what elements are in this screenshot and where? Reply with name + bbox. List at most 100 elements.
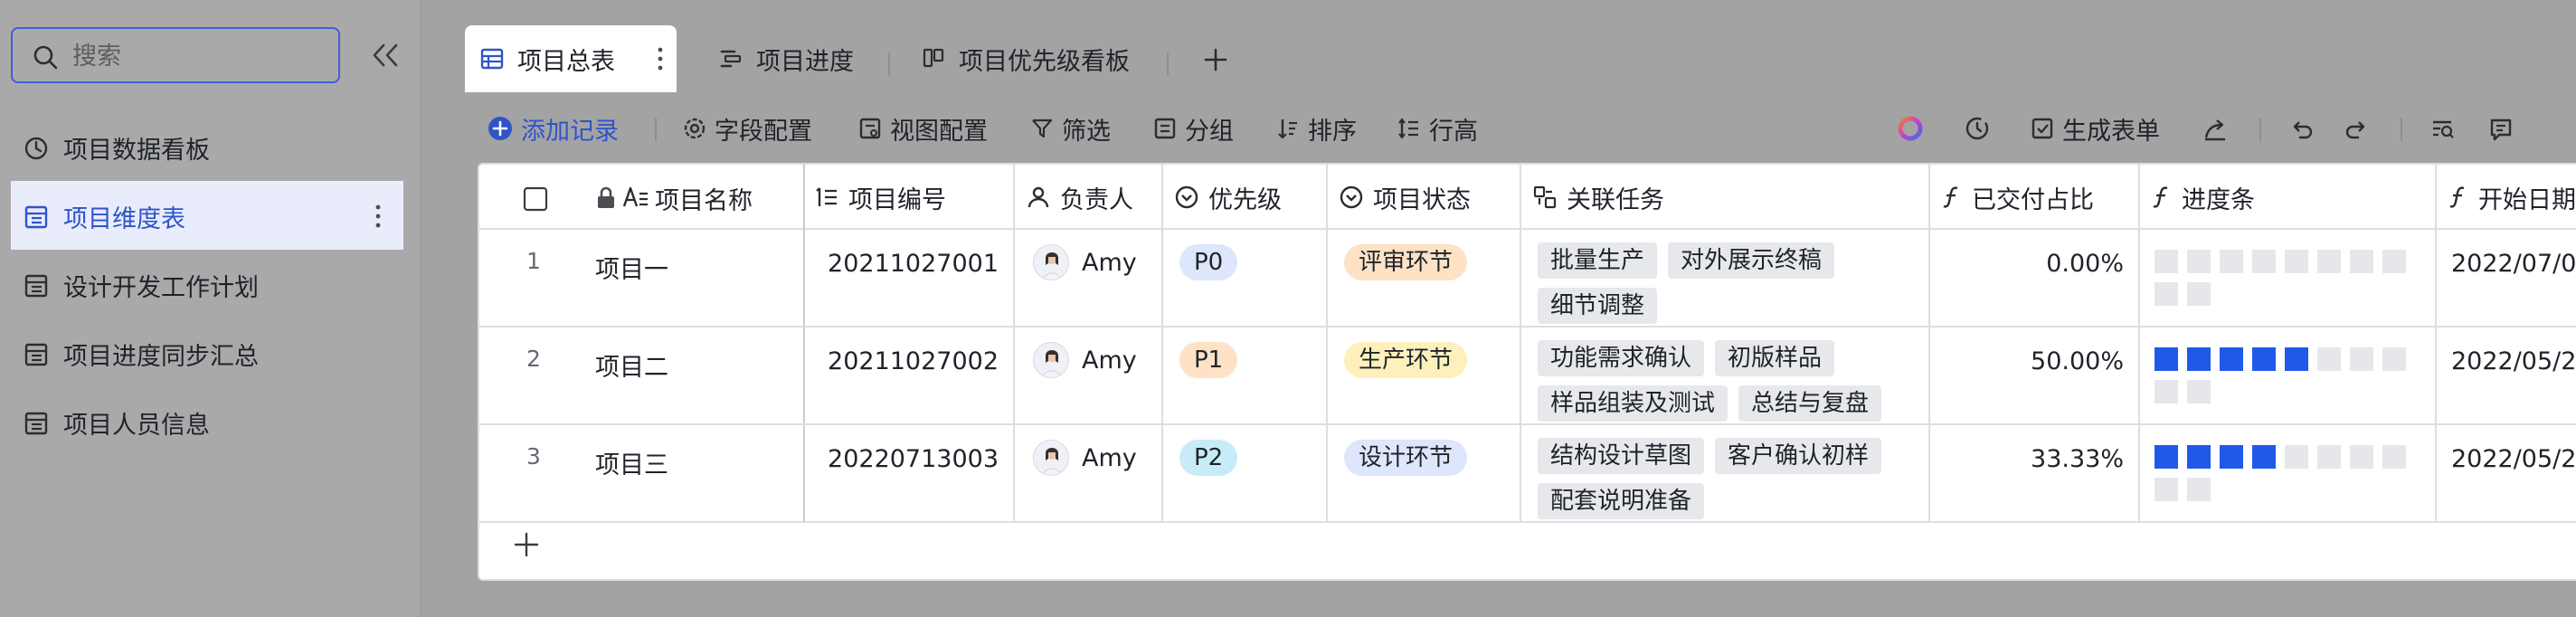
start-date: 2022/05/2 [2451, 347, 2576, 375]
task-chip[interactable]: 配套说明准备 [1538, 483, 1705, 519]
table-row[interactable]: 1 项目一 20211027001 Amy P0 评审环节 批量生产 对外展示终稿… [479, 230, 2576, 327]
header-priority-col[interactable]: 优先级 [1163, 165, 1328, 230]
header-tasks-col[interactable]: 关联任务 [1521, 165, 1930, 230]
cell-progress[interactable] [2140, 327, 2437, 423]
header-status-col[interactable]: 项目状态 [1328, 165, 1521, 230]
view-config-button[interactable]: 视图配置 [857, 109, 988, 148]
header-start-col[interactable]: 开始日期 [2437, 165, 2576, 230]
field-config-button[interactable]: 字段配置 [682, 109, 812, 148]
cell-progress[interactable] [2140, 230, 2437, 326]
header-label: 已交付占比 [1972, 185, 2094, 214]
row-index: 3 [526, 443, 541, 470]
task-chip[interactable]: 初版样品 [1715, 340, 1835, 376]
task-chip[interactable]: 样品组装及测试 [1538, 385, 1728, 422]
task-chip[interactable]: 细节调整 [1538, 288, 1658, 324]
ai-assistant-icon[interactable] [1896, 114, 1925, 143]
task-chip[interactable]: 对外展示终稿 [1668, 242, 1835, 279]
cell-start[interactable]: 2022/07/0 [2437, 230, 2576, 326]
header-owner-col[interactable]: 负责人 [1015, 165, 1163, 230]
more-options-icon[interactable] [374, 203, 382, 230]
progress-segment [2252, 250, 2276, 273]
person-chip: Amy [1033, 342, 1137, 378]
cell-name[interactable]: 2 项目二 [479, 327, 805, 423]
cell-status[interactable]: 设计环节 [1328, 425, 1521, 521]
cell-status[interactable]: 生产环节 [1328, 327, 1521, 423]
cell-progress[interactable] [2140, 425, 2437, 521]
gantt-icon [718, 46, 743, 71]
tab-project-progress[interactable]: 项目进度 [718, 25, 854, 92]
cell-priority[interactable]: P2 [1163, 425, 1328, 521]
row-height-button[interactable]: 行高 [1397, 109, 1478, 148]
cell-delivered[interactable]: 0.00% [1930, 230, 2140, 326]
sidebar-item-label: 项目数据看板 [63, 137, 210, 165]
single-select-icon [1174, 185, 1199, 210]
cell-start[interactable]: 2022/05/2 [2437, 425, 2576, 521]
header-code-col[interactable]: 项目编号 [805, 165, 1015, 230]
undo-icon[interactable] [2288, 116, 2316, 143]
tab-priority-kanban[interactable]: 项目优先级看板 [921, 25, 1130, 92]
table-row[interactable]: 3 项目三 20220713003 Amy P2 设计环节 结构设计草图 客户确认… [479, 425, 2576, 523]
cell-tasks[interactable]: 批量生产 对外展示终稿细节调整 [1521, 230, 1930, 326]
progress-segment [2155, 250, 2178, 273]
cell-code[interactable]: 20211027002 [805, 327, 1015, 423]
sort-button[interactable]: 排序 [1275, 109, 1357, 148]
search-records-icon[interactable] [2429, 116, 2457, 143]
progress-segment [2382, 250, 2406, 273]
filter-button[interactable]: 筛选 [1029, 109, 1111, 148]
header-delivered-col[interactable]: 已交付占比 [1930, 165, 2140, 230]
table-icon [24, 342, 49, 367]
tab-more-icon[interactable] [657, 45, 664, 72]
cell-code[interactable]: 20211027001 [805, 230, 1015, 326]
cell-code[interactable]: 20220713003 [805, 425, 1015, 521]
cell-name[interactable]: 1 项目一 [479, 230, 805, 326]
add-view-icon[interactable] [1203, 47, 1228, 72]
cell-name[interactable]: 3 项目三 [479, 425, 805, 521]
cell-priority[interactable]: P1 [1163, 327, 1328, 423]
sidebar-item-people[interactable]: 项目人员信息 [11, 387, 403, 456]
task-chip[interactable]: 功能需求确认 [1538, 340, 1705, 376]
progress-segment [2155, 478, 2178, 501]
task-chip[interactable]: 客户确认初样 [1715, 438, 1882, 474]
cell-delivered[interactable]: 50.00% [1930, 327, 2140, 423]
header-name-col[interactable]: 项目名称 [479, 165, 805, 230]
share-icon[interactable] [2202, 116, 2229, 143]
sidebar-item-design-plan[interactable]: 设计开发工作计划 [11, 250, 403, 318]
avatar [1033, 342, 1069, 378]
group-button[interactable]: 分组 [1152, 109, 1234, 148]
cell-tasks[interactable]: 结构设计草图 客户确认初样配套说明准备 [1521, 425, 1930, 521]
project-name: 项目一 [595, 256, 668, 284]
collapse-sidebar-icon[interactable] [367, 42, 405, 69]
generate-form-button[interactable]: 生成表单 [2030, 109, 2160, 148]
cell-owner[interactable]: Amy [1015, 425, 1163, 521]
toolbar-separator [655, 118, 657, 141]
table-row[interactable]: 2 项目二 20211027002 Amy P1 生产环节 功能需求确认 初版样品… [479, 327, 2576, 425]
cell-owner[interactable]: Amy [1015, 230, 1163, 326]
cell-status[interactable]: 评审环节 [1328, 230, 1521, 326]
task-chip[interactable]: 总结与复盘 [1738, 385, 1882, 422]
avatar [1033, 440, 1069, 476]
cell-owner[interactable]: Amy [1015, 327, 1163, 423]
progress-segment [2252, 445, 2276, 469]
search-box[interactable] [11, 27, 340, 83]
cell-tasks[interactable]: 功能需求确认 初版样品样品组装及测试 总结与复盘 [1521, 327, 1930, 423]
select-all-checkbox[interactable] [523, 186, 548, 212]
sidebar-item-project-dimension[interactable]: 项目维度表 [11, 181, 403, 250]
add-record-button[interactable]: 添加记录 [487, 109, 619, 148]
search-input[interactable] [72, 36, 326, 76]
header-progress-col[interactable]: 进度条 [2140, 165, 2437, 230]
cell-delivered[interactable]: 33.33% [1930, 425, 2140, 521]
cell-priority[interactable]: P0 [1163, 230, 1328, 326]
sidebar-item-dashboard[interactable]: 项目数据看板 [11, 112, 403, 181]
add-row-icon[interactable] [512, 530, 541, 559]
sidebar-item-progress-sync[interactable]: 项目进度同步汇总 [11, 318, 403, 387]
cell-start[interactable]: 2022/05/2 [2437, 327, 2576, 423]
text-field-icon [622, 185, 649, 210]
task-chip[interactable]: 结构设计草图 [1538, 438, 1705, 474]
generate-form-label: 生成表单 [2062, 117, 2160, 146]
task-chip[interactable]: 批量生产 [1538, 242, 1658, 279]
history-icon[interactable] [1963, 114, 1992, 143]
redo-icon[interactable] [2343, 116, 2370, 143]
tab-project-master[interactable]: 项目总表 [465, 25, 677, 92]
comment-icon[interactable] [2487, 116, 2514, 143]
status-tag: 评审环节 [1344, 244, 1468, 280]
